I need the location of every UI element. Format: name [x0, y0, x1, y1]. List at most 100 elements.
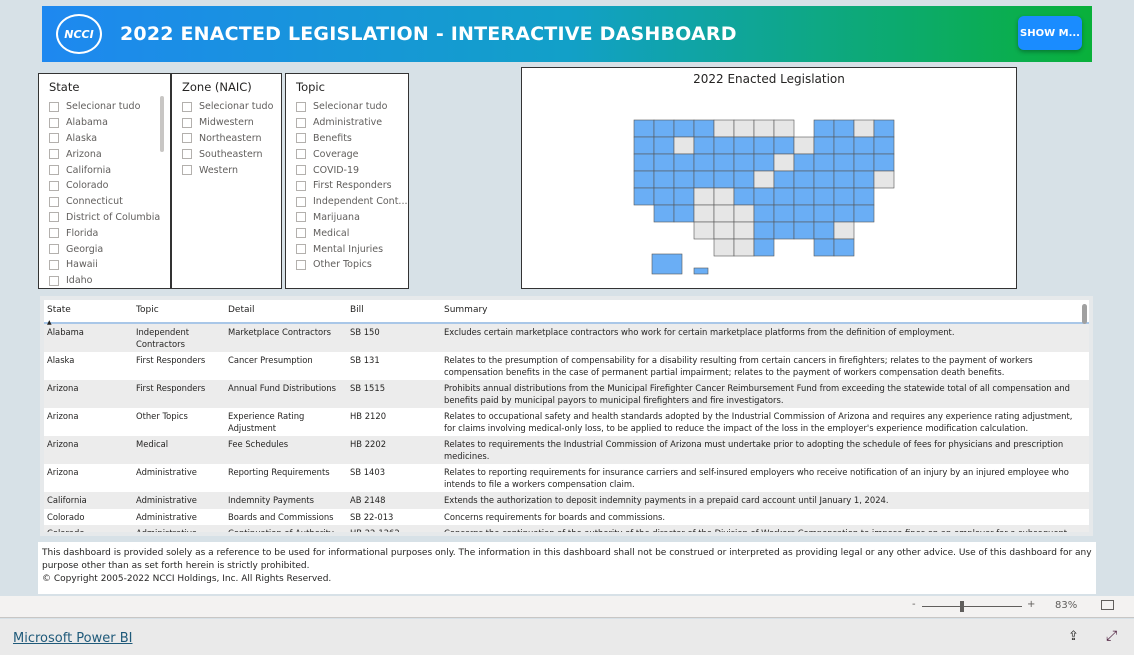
state-shape[interactable] — [853, 170, 875, 189]
state-shape[interactable] — [753, 204, 775, 223]
state-shape[interactable] — [793, 221, 815, 240]
checkbox[interactable] — [49, 212, 59, 223]
slicer-option[interactable]: Georgia — [49, 241, 170, 257]
state-shape[interactable] — [633, 136, 655, 155]
state-shape[interactable] — [833, 119, 855, 138]
zoom-slider-thumb[interactable] — [960, 601, 964, 612]
state-shape[interactable] — [873, 136, 895, 155]
checkbox[interactable] — [296, 165, 306, 176]
state-shape[interactable] — [833, 170, 855, 189]
table-scrollbar[interactable] — [1082, 304, 1087, 324]
state-shape[interactable] — [733, 170, 755, 189]
state-shape[interactable] — [813, 221, 835, 240]
checkbox[interactable] — [49, 165, 59, 176]
state-shape[interactable] — [633, 153, 655, 172]
checkbox[interactable] — [49, 149, 59, 160]
state-shape[interactable] — [853, 136, 875, 155]
zoom-in-button[interactable]: + — [1027, 599, 1035, 610]
slicer-option[interactable]: Independent Cont... — [296, 194, 408, 210]
table-row[interactable]: Colorado Administrative Boards and Commiss… — [44, 509, 1089, 526]
share-icon[interactable]: ⇪ — [1068, 629, 1079, 644]
state-shape[interactable] — [753, 238, 775, 257]
state-shape[interactable] — [813, 119, 835, 138]
state-shape[interactable] — [673, 136, 695, 155]
state-shape[interactable] — [853, 153, 875, 172]
slicer-option[interactable]: District of Columbia — [49, 210, 170, 226]
slicer-option[interactable]: Coverage — [296, 146, 408, 162]
state-shape[interactable] — [653, 170, 675, 189]
zoom-out-button[interactable]: - — [912, 599, 916, 610]
slicer-option[interactable]: Hawaii — [49, 257, 170, 273]
checkbox[interactable] — [49, 196, 59, 207]
state-shape[interactable] — [693, 136, 715, 155]
slicer-option[interactable]: Other Topics — [296, 257, 408, 273]
slicer-option[interactable]: Southeastern — [182, 146, 281, 162]
state-shape[interactable] — [693, 119, 715, 138]
checkbox[interactable] — [182, 117, 192, 128]
checkbox[interactable] — [49, 244, 59, 255]
state-shape[interactable] — [773, 170, 795, 189]
state-shape[interactable] — [813, 136, 835, 155]
state-shape[interactable] — [673, 187, 695, 206]
column-header[interactable]: Detail — [228, 305, 350, 317]
state-shape[interactable] — [653, 119, 675, 138]
state-shape[interactable] — [713, 204, 735, 223]
slicer-option[interactable]: Alaska — [49, 131, 170, 147]
slicer-option[interactable]: Western — [182, 162, 281, 178]
table-row[interactable]: Alabama Independent Contractors Marketplac… — [44, 324, 1089, 352]
checkbox[interactable] — [49, 117, 59, 128]
slicer-option[interactable]: Benefits — [296, 131, 408, 147]
table-row[interactable]: Arizona Other Topics Experience Rating Adj… — [44, 408, 1089, 436]
column-header[interactable]: Topic — [136, 305, 228, 317]
slicer-option[interactable]: Arizona — [49, 146, 170, 162]
slicer-option[interactable]: Medical — [296, 225, 408, 241]
checkbox[interactable] — [296, 101, 306, 112]
state-shape[interactable] — [693, 153, 715, 172]
state-shape[interactable] — [693, 221, 715, 240]
checkbox[interactable] — [296, 133, 306, 144]
fit-page-icon[interactable] — [1101, 600, 1114, 610]
state-shape[interactable] — [793, 187, 815, 206]
state-shape[interactable] — [853, 187, 875, 206]
state-shape[interactable] — [733, 204, 755, 223]
checkbox[interactable] — [296, 180, 306, 191]
state-shape[interactable] — [693, 204, 715, 223]
slicer-option[interactable]: Administrative — [296, 115, 408, 131]
power-bi-link[interactable]: Microsoft Power BI — [13, 631, 132, 646]
zoom-slider[interactable] — [922, 606, 1022, 607]
state-shape[interactable] — [853, 204, 875, 223]
state-shape[interactable] — [673, 119, 695, 138]
state-shape[interactable] — [873, 153, 895, 172]
state-shape[interactable] — [733, 187, 755, 206]
state-shape[interactable] — [773, 119, 795, 138]
state-shape[interactable] — [713, 238, 735, 257]
slicer-option[interactable]: Selecionar tudo — [49, 99, 170, 115]
checkbox[interactable] — [182, 149, 192, 160]
checkbox[interactable] — [296, 149, 306, 160]
state-shape[interactable] — [773, 153, 795, 172]
state-shape[interactable] — [813, 187, 835, 206]
checkbox[interactable] — [296, 228, 306, 239]
checkbox[interactable] — [49, 133, 59, 144]
state-shape[interactable] — [793, 153, 815, 172]
checkbox[interactable] — [296, 244, 306, 255]
state-shape[interactable] — [713, 153, 735, 172]
state-shape[interactable] — [873, 170, 895, 189]
state-shape[interactable] — [833, 204, 855, 223]
slicer-option[interactable]: Alabama — [49, 115, 170, 131]
map-visual[interactable]: 2022 Enacted Legislation — [521, 67, 1017, 289]
state-shape[interactable] — [673, 153, 695, 172]
state-shape[interactable] — [753, 119, 775, 138]
checkbox[interactable] — [182, 101, 192, 112]
slicer-option[interactable]: Florida — [49, 225, 170, 241]
state-shape[interactable] — [713, 119, 735, 138]
state-shape[interactable] — [813, 238, 835, 257]
checkbox[interactable] — [182, 133, 192, 144]
state-shape[interactable] — [693, 187, 715, 206]
table-row[interactable]: California Administrative Indemnity Paymen… — [44, 492, 1089, 509]
show-more-button[interactable]: SHOW M... — [1018, 16, 1082, 50]
slicer-option[interactable]: Idaho — [49, 273, 170, 288]
state-shape[interactable] — [753, 221, 775, 240]
state-shape[interactable] — [873, 119, 895, 138]
state-shape[interactable] — [833, 136, 855, 155]
